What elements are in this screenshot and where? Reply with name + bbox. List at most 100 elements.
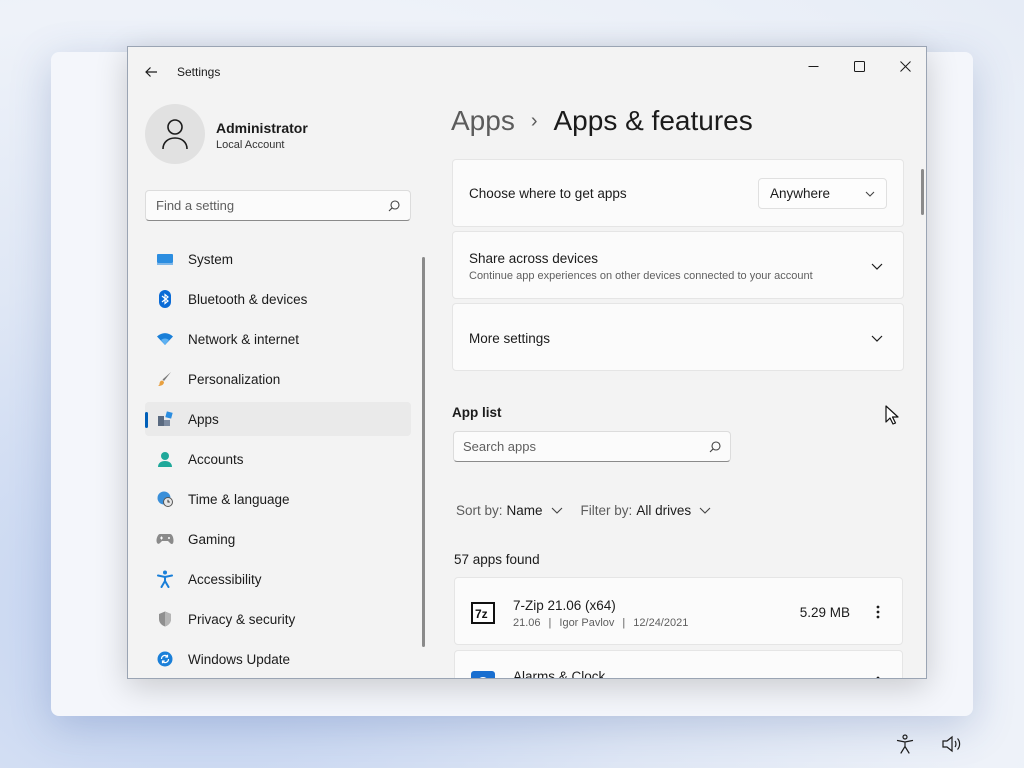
expand-more-settings-button[interactable] xyxy=(865,326,889,350)
tray-volume-button[interactable] xyxy=(940,732,964,756)
globe-clock-icon xyxy=(156,490,174,508)
close-icon xyxy=(899,60,911,72)
chevron-right-icon: › xyxy=(530,109,538,132)
sidebar-item-network[interactable]: Network & internet xyxy=(145,322,411,356)
apps-count: 57 apps found xyxy=(454,552,540,567)
get-apps-dropdown[interactable]: Anywhere xyxy=(758,178,887,209)
sidebar-item-label: Time & language xyxy=(188,491,290,507)
more-settings-label: More settings xyxy=(469,331,551,346)
minimize-icon xyxy=(808,65,818,67)
sidebar-item-label: Network & internet xyxy=(188,331,300,347)
avatar[interactable] xyxy=(145,104,205,164)
expand-share-button[interactable] xyxy=(865,254,889,278)
bluetooth-icon xyxy=(156,290,174,308)
volume-icon xyxy=(942,735,961,753)
back-button[interactable] xyxy=(140,61,162,83)
sort-filter-bar: Sort by: Name Filter by: All drives xyxy=(456,503,729,518)
chevron-down-icon xyxy=(871,263,883,270)
accounts-icon xyxy=(156,450,174,468)
sidebar-item-label: Bluetooth & devices xyxy=(188,291,308,307)
breadcrumb-parent[interactable]: Apps xyxy=(451,105,515,137)
sidebar-item-time-language[interactable]: Time & language xyxy=(145,482,411,516)
tray-accessibility-button[interactable] xyxy=(893,732,917,756)
svg-text:7z: 7z xyxy=(475,607,488,621)
chevron-down-icon xyxy=(871,335,883,342)
search-apps-input[interactable] xyxy=(463,439,709,454)
app-list-heading: App list xyxy=(452,405,502,420)
search-icon xyxy=(709,440,721,452)
maximize-button[interactable] xyxy=(836,51,882,81)
sort-by-label: Sort by: xyxy=(456,503,503,518)
chevron-down-icon xyxy=(699,507,711,514)
app-name: 7-Zip 21.06 (x64) xyxy=(513,598,616,613)
sidebar-item-privacy-security[interactable]: Privacy & security xyxy=(145,602,411,636)
app-options-button[interactable] xyxy=(866,600,890,624)
app-meta: 21.06 | Igor Pavlov | 12/24/2021 xyxy=(513,617,689,629)
filter-by-dropdown[interactable]: Filter by: All drives xyxy=(581,503,712,518)
sidebar-item-system[interactable]: System xyxy=(145,242,411,276)
sidebar-item-label: Personalization xyxy=(188,371,281,387)
content-scrollbar[interactable] xyxy=(921,169,924,215)
mouse-cursor-icon xyxy=(885,405,899,425)
apps-icon xyxy=(156,410,174,428)
app-size: 5.29 MB xyxy=(799,605,850,620)
sort-by-value: Name xyxy=(506,503,543,518)
sidebar-item-label: Gaming xyxy=(188,531,236,547)
minimize-button[interactable] xyxy=(790,51,836,81)
sidebar-item-label: Accessibility xyxy=(188,571,262,587)
7zip-icon: 7z xyxy=(471,602,495,624)
chevron-down-icon xyxy=(865,191,875,197)
title-bar: Settings xyxy=(128,47,926,95)
sort-by-dropdown[interactable]: Sort by: Name xyxy=(456,503,563,518)
gamepad-icon xyxy=(156,530,174,548)
app-name: Alarms & Clock xyxy=(513,669,606,679)
filter-by-value: All drives xyxy=(636,503,692,518)
settings-window: Settings Administrator Local Account Sys… xyxy=(127,46,927,679)
search-apps-box[interactable] xyxy=(453,431,731,462)
system-icon xyxy=(156,250,174,268)
sidebar-item-label: Privacy & security xyxy=(188,611,296,627)
accessibility-icon xyxy=(156,570,174,588)
sidebar-item-label: Apps xyxy=(188,411,219,427)
sidebar-item-label: System xyxy=(188,251,234,267)
search-icon xyxy=(388,199,400,211)
person-icon xyxy=(162,119,188,150)
account-type: Local Account xyxy=(216,139,285,151)
page-title: Apps & features xyxy=(553,105,753,136)
sidebar-item-apps[interactable]: Apps xyxy=(145,402,411,436)
list-item[interactable]: Alarms & Clock xyxy=(454,650,903,679)
breadcrumb: Apps › Apps & features xyxy=(451,105,753,137)
find-setting-search[interactable] xyxy=(145,190,411,221)
get-apps-card: Choose where to get apps Anywhere xyxy=(452,159,904,227)
sidebar-item-gaming[interactable]: Gaming xyxy=(145,522,411,556)
sidebar-item-label: Accounts xyxy=(188,451,244,467)
sidebar-item-bluetooth[interactable]: Bluetooth & devices xyxy=(145,282,411,316)
get-apps-value: Anywhere xyxy=(770,186,831,201)
chevron-down-icon xyxy=(551,507,562,514)
update-icon xyxy=(156,650,174,668)
window-title: Settings xyxy=(177,65,221,79)
sidebar-item-accessibility[interactable]: Accessibility xyxy=(145,562,411,596)
maximize-icon xyxy=(853,60,865,72)
brush-icon xyxy=(156,370,174,388)
more-settings-card[interactable]: More settings xyxy=(452,303,904,371)
user-name: Administrator xyxy=(216,120,308,136)
get-apps-label: Choose where to get apps xyxy=(469,186,627,201)
wifi-icon xyxy=(156,330,174,348)
sidebar-item-personalization[interactable]: Personalization xyxy=(145,362,411,396)
app-options-button[interactable] xyxy=(866,671,890,678)
list-item[interactable]: 7z 7-Zip 21.06 (x64) 21.06 | Igor Pavlov… xyxy=(454,577,903,645)
share-devices-description: Continue app experiences on other device… xyxy=(469,270,813,282)
sidebar-item-label: Windows Update xyxy=(188,651,291,667)
close-button[interactable] xyxy=(882,51,926,81)
sidebar-item-windows-update[interactable]: Windows Update xyxy=(145,642,411,676)
app-version: 21.06 xyxy=(513,617,541,629)
sidebar-item-accounts[interactable]: Accounts xyxy=(145,442,411,476)
find-setting-input[interactable] xyxy=(156,198,388,213)
accessibility-icon xyxy=(896,734,914,754)
more-vertical-icon xyxy=(876,676,880,678)
sidebar-scrollbar[interactable] xyxy=(422,257,425,647)
share-devices-label: Share across devices xyxy=(469,251,599,266)
share-devices-card[interactable]: Share across devices Continue app experi… xyxy=(452,231,904,299)
filter-by-label: Filter by: xyxy=(580,503,633,518)
